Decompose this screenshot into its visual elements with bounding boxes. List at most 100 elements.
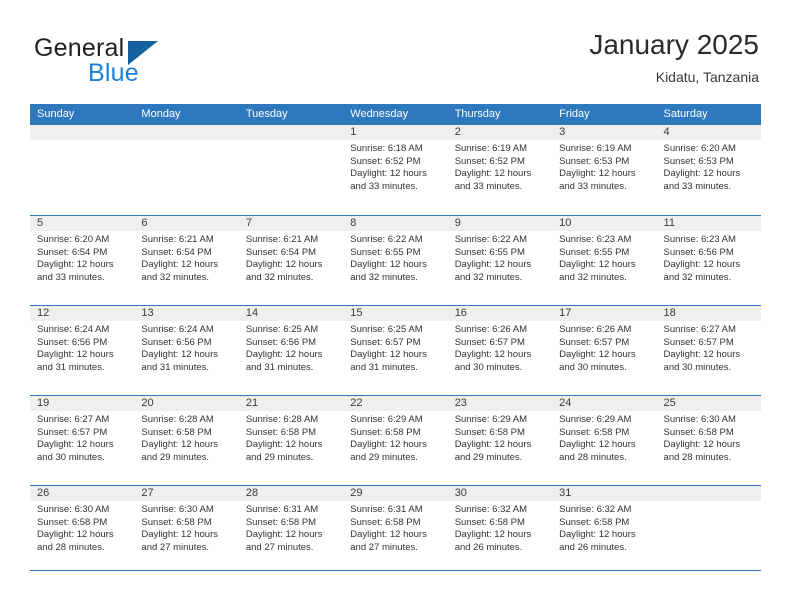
- sun-info-sunset: Sunset: 6:57 PM: [663, 336, 734, 348]
- calendar-day-cell[interactable]: 19 Sunrise: 6:27 AM Sunset: 6:57 PM Dayligh…: [30, 396, 135, 485]
- calendar-day-cell[interactable]: 9 Sunrise: 6:22 AM Sunset: 6:55 PM Daylight…: [447, 216, 553, 305]
- calendar-day-cell[interactable]: 3 Sunrise: 6:19 AM Sunset: 6:53 PM Daylight…: [552, 125, 657, 214]
- calendar-day-cell[interactable]: 16 Sunrise: 6:26 AM Sunset: 6:57 PM Dayligh…: [447, 306, 553, 395]
- sun-info-daylight-line2: and 32 minutes.: [245, 271, 314, 283]
- sun-info-sunset: Sunset: 6:58 PM: [454, 426, 525, 438]
- sun-info-sunrise: Sunrise: 6:30 AM: [663, 414, 736, 425]
- day-number: 14: [245, 307, 259, 319]
- calendar-day-cell[interactable]: 23 Sunrise: 6:29 AM Sunset: 6:58 PM Dayligh…: [447, 396, 553, 485]
- calendar-day-cell[interactable]: 14 Sunrise: 6:25 AM Sunset: 6:56 PM Dayligh…: [238, 306, 344, 395]
- sun-info-daylight-line1: Daylight: 12 hours: [663, 259, 741, 271]
- calendar-day-cell[interactable]: 31 Sunrise: 6:32 AM Sunset: 6:58 PM Dayligh…: [552, 486, 657, 575]
- weekday-header-friday: Friday: [559, 108, 590, 120]
- sun-info-daylight-line2: and 32 minutes.: [559, 271, 627, 283]
- day-number-band: 29: [343, 486, 448, 501]
- sun-info-daylight-line1: Daylight: 12 hours: [245, 529, 323, 541]
- calendar-week-row: 5 Sunrise: 6:20 AM Sunset: 6:54 PM Daylight…: [30, 215, 761, 305]
- weekday-header-saturday: Saturday: [663, 108, 708, 120]
- sun-info-sunset: Sunset: 6:53 PM: [559, 155, 630, 167]
- day-number: 27: [141, 487, 154, 499]
- calendar-day-cell[interactable]: 22 Sunrise: 6:29 AM Sunset: 6:58 PM Dayligh…: [343, 396, 448, 485]
- day-number-band: 11: [656, 216, 761, 231]
- calendar-day-cell[interactable]: 6 Sunrise: 6:21 AM Sunset: 6:54 PM Daylight…: [134, 216, 239, 305]
- sun-info-daylight-line2: and 28 minutes.: [37, 541, 105, 553]
- sun-info-daylight-line1: Daylight: 12 hours: [141, 439, 218, 451]
- sun-info-sunrise: Sunrise: 6:29 AM: [350, 414, 423, 425]
- calendar-day-cell[interactable]: 18 Sunrise: 6:27 AM Sunset: 6:57 PM Dayligh…: [656, 306, 761, 395]
- sun-info-daylight-line2: and 33 minutes.: [37, 271, 105, 283]
- sun-info-daylight-line2: and 30 minutes.: [559, 361, 627, 373]
- day-number: 31: [559, 487, 572, 499]
- calendar-day-cell[interactable]: 4 Sunrise: 6:20 AM Sunset: 6:53 PM Daylight…: [656, 125, 761, 214]
- sun-info: Sunrise: 6:25 AM Sunset: 6:56 PM Daylight:…: [239, 321, 343, 374]
- sun-info-daylight-line2: and 28 minutes.: [559, 451, 627, 463]
- calendar-day-cell[interactable]: 13 Sunrise: 6:24 AM Sunset: 6:56 PM Dayligh…: [134, 306, 239, 395]
- calendar-day-cell[interactable]: 28 Sunrise: 6:31 AM Sunset: 6:58 PM Dayligh…: [238, 486, 344, 575]
- sun-info-sunrise: Sunrise: 6:18 AM: [350, 143, 423, 154]
- calendar-day-cell[interactable]: 27 Sunrise: 6:30 AM Sunset: 6:58 PM Dayligh…: [134, 486, 239, 575]
- calendar-day-cell[interactable]: 24 Sunrise: 6:29 AM Sunset: 6:58 PM Dayligh…: [552, 396, 657, 485]
- calendar-day-cell[interactable]: 30 Sunrise: 6:32 AM Sunset: 6:58 PM Dayligh…: [447, 486, 553, 575]
- sun-info-daylight-line2: and 31 minutes.: [141, 361, 210, 373]
- sun-info-daylight-line1: Daylight: 12 hours: [245, 259, 323, 271]
- sun-info-sunset: Sunset: 6:56 PM: [663, 246, 734, 258]
- day-number: 18: [663, 307, 676, 319]
- calendar-day-cell[interactable]: 12 Sunrise: 6:24 AM Sunset: 6:56 PM Dayligh…: [30, 306, 135, 395]
- sun-info: Sunrise: 6:18 AM Sunset: 6:52 PM Daylight:…: [343, 140, 447, 193]
- location-subtitle: Kidatu, Tanzania: [655, 69, 759, 85]
- calendar-day-cell[interactable]: 10 Sunrise: 6:23 AM Sunset: 6:55 PM Dayligh…: [552, 216, 657, 305]
- calendar-day-cell[interactable]: 1 Sunrise: 6:18 AM Sunset: 6:52 PM Daylight…: [343, 125, 448, 214]
- sun-info: Sunrise: 6:27 AM Sunset: 6:57 PM Daylight:…: [657, 321, 761, 374]
- sun-info-daylight-line2: and 33 minutes.: [559, 180, 627, 192]
- day-number-band: 26: [30, 486, 135, 501]
- calendar-day-cell[interactable]: 29 Sunrise: 6:31 AM Sunset: 6:58 PM Dayligh…: [343, 486, 448, 575]
- sun-info: Sunrise: 6:29 AM Sunset: 6:58 PM Daylight:…: [448, 411, 552, 464]
- calendar-day-cell[interactable]: 21 Sunrise: 6:28 AM Sunset: 6:58 PM Dayligh…: [238, 396, 344, 485]
- page-header: General Blue January 2025 Kidatu, Tanzan…: [0, 0, 792, 100]
- calendar-day-cell[interactable]: 5 Sunrise: 6:20 AM Sunset: 6:54 PM Daylight…: [30, 216, 135, 305]
- calendar-day-cell[interactable]: 8 Sunrise: 6:22 AM Sunset: 6:55 PM Daylight…: [343, 216, 448, 305]
- calendar-day-cell[interactable]: 2 Sunrise: 6:19 AM Sunset: 6:52 PM Daylight…: [447, 125, 553, 214]
- day-number-band: 5: [30, 216, 135, 231]
- day-number: 25: [663, 397, 676, 409]
- day-number: 13: [141, 307, 154, 319]
- sun-info-daylight-line2: and 29 minutes.: [141, 451, 210, 463]
- sun-info-daylight-line1: Daylight: 12 hours: [454, 168, 532, 180]
- day-number-band: 30: [447, 486, 553, 501]
- sun-info-daylight-line1: Daylight: 12 hours: [663, 349, 741, 361]
- sun-info-sunrise: Sunrise: 6:28 AM: [245, 414, 319, 425]
- calendar-day-cell[interactable]: 26 Sunrise: 6:30 AM Sunset: 6:58 PM Dayligh…: [30, 486, 135, 575]
- sun-info-daylight-line1: Daylight: 12 hours: [663, 168, 741, 180]
- sun-info: Sunrise: 6:20 AM Sunset: 6:54 PM Daylight:…: [30, 231, 134, 284]
- sun-info-daylight-line1: Daylight: 12 hours: [37, 529, 114, 541]
- sun-info-daylight-line2: and 30 minutes.: [37, 451, 105, 463]
- sun-info-sunset: Sunset: 6:57 PM: [454, 336, 525, 348]
- sun-info: Sunrise: 6:31 AM Sunset: 6:58 PM Daylight:…: [343, 501, 447, 554]
- day-number-band: [238, 125, 344, 140]
- day-number-band: 10: [552, 216, 657, 231]
- calendar-day-cell[interactable]: 25 Sunrise: 6:30 AM Sunset: 6:58 PM Dayligh…: [656, 396, 761, 485]
- sun-info-sunrise: Sunrise: 6:32 AM: [454, 504, 528, 515]
- sun-info-daylight-line1: Daylight: 12 hours: [350, 439, 427, 451]
- day-number: 5: [37, 217, 44, 229]
- sun-info-daylight-line1: Daylight: 12 hours: [454, 529, 532, 541]
- sun-info-daylight-line1: Daylight: 12 hours: [559, 168, 636, 180]
- day-number-band: 8: [343, 216, 448, 231]
- calendar-day-cell[interactable]: 7 Sunrise: 6:21 AM Sunset: 6:54 PM Daylight…: [238, 216, 344, 305]
- day-number: 1: [350, 126, 357, 138]
- sun-info-daylight-line1: Daylight: 12 hours: [350, 168, 427, 180]
- sun-info-sunrise: Sunrise: 6:26 AM: [454, 324, 528, 335]
- sun-info-sunrise: Sunrise: 6:23 AM: [559, 234, 632, 245]
- calendar-week-row: 12 Sunrise: 6:24 AM Sunset: 6:56 PM Dayligh…: [30, 305, 761, 395]
- sun-info-daylight-line2: and 33 minutes.: [454, 180, 523, 192]
- sun-info-sunset: Sunset: 6:52 PM: [454, 155, 525, 167]
- calendar-day-cell[interactable]: 20 Sunrise: 6:28 AM Sunset: 6:58 PM Dayligh…: [134, 396, 239, 485]
- sun-info-sunrise: Sunrise: 6:28 AM: [141, 414, 214, 425]
- day-number-band: 2: [447, 125, 553, 140]
- calendar-day-cell[interactable]: 15 Sunrise: 6:25 AM Sunset: 6:57 PM Dayligh…: [343, 306, 448, 395]
- day-number-band: [30, 125, 135, 140]
- calendar-day-cell[interactable]: 11 Sunrise: 6:23 AM Sunset: 6:56 PM Dayligh…: [656, 216, 761, 305]
- calendar-day-cell[interactable]: 17 Sunrise: 6:26 AM Sunset: 6:57 PM Dayligh…: [552, 306, 657, 395]
- day-number: 8: [350, 217, 357, 229]
- sun-info-daylight-line2: and 31 minutes.: [37, 361, 105, 373]
